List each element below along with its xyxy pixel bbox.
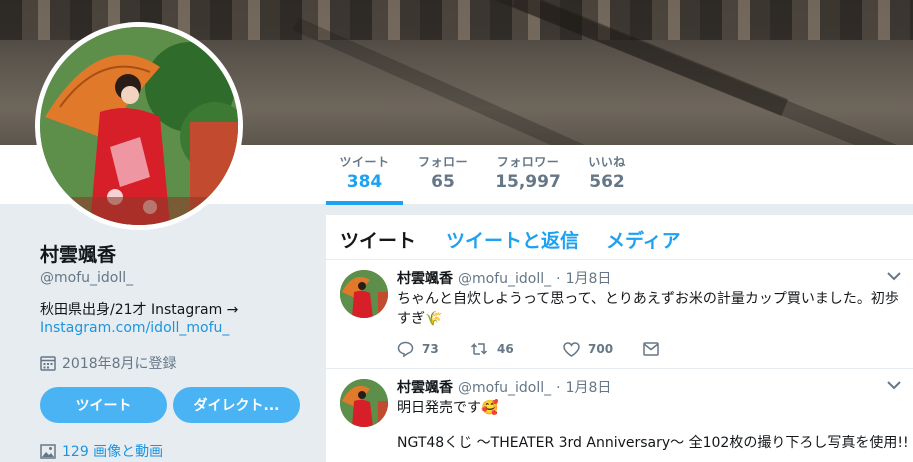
- stat-following-value: 65: [431, 172, 455, 192]
- tweet-header: 村雲颯香 @mofu_idoll_ · 1月8日: [397, 377, 611, 397]
- calendar-icon: [40, 356, 56, 371]
- chevron-down-icon[interactable]: [887, 271, 901, 281]
- tab-tweets[interactable]: ツイート: [340, 226, 416, 253]
- tweet-actions: 73 46 700: [397, 341, 659, 357]
- tweet-text-line: NGT48くじ 〜THEATER 3rd Anniversary〜 全102枚の…: [397, 435, 909, 451]
- tweet-author-name[interactable]: 村雲颯香: [397, 268, 453, 288]
- image-icon: [40, 443, 56, 459]
- stat-following[interactable]: フォロー 65: [410, 153, 476, 205]
- tweet-text: 明日発売です🥰: [397, 400, 499, 416]
- profile-avatar[interactable]: [35, 22, 243, 230]
- tab-tweets-and-replies[interactable]: ツイートと返信: [446, 226, 579, 253]
- tweet-text: ちゃんと自炊しようって思って、とりあえずお米の計量カップ買いました。初歩すぎ🌾: [397, 291, 899, 327]
- profile-bio: 秋田県出身/21才 Instagram →: [40, 302, 239, 318]
- stat-tweets-label: ツイート: [339, 155, 390, 169]
- retweet-icon: [470, 342, 488, 355]
- photos-videos-link[interactable]: 129 画像と動画: [40, 441, 163, 461]
- stat-likes-label: いいね: [588, 155, 626, 169]
- stat-likes-value: 562: [589, 172, 625, 192]
- profile-name[interactable]: 村雲颯香: [40, 240, 116, 267]
- like-count: 700: [588, 342, 614, 356]
- timeline: ツイート ツイートと返信 メディア 村雲颯香 @mofu_idoll_ · 1月…: [326, 215, 913, 462]
- tweet-avatar-photo: [340, 379, 388, 427]
- envelope-icon: [643, 342, 659, 356]
- bio-link[interactable]: Instagram.com/idoll_mofu_: [40, 320, 229, 336]
- reply-icon: [397, 341, 414, 357]
- media-link-text: 129 画像と動画: [62, 444, 164, 460]
- tweet[interactable]: 村雲颯香 @mofu_idoll_ · 1月8日 明日発売です🥰 NGT48くじ…: [326, 370, 913, 462]
- avatar-photo: [40, 27, 238, 225]
- joined-text: 2018年8月に登録: [62, 356, 177, 372]
- timeline-tabs: ツイート ツイートと返信 メディア: [326, 215, 913, 260]
- retweet-count: 46: [497, 342, 514, 356]
- tweet-to-button[interactable]: ツイート: [40, 387, 167, 423]
- stat-tweets-value: 384: [346, 172, 383, 192]
- tweet-timestamp[interactable]: 1月8日: [566, 268, 612, 288]
- reply-count: 73: [422, 342, 439, 356]
- tweet-author-handle[interactable]: @mofu_idoll_: [458, 271, 551, 287]
- tweet[interactable]: 村雲颯香 @mofu_idoll_ · 1月8日 ちゃんと自炊しようって思って、…: [326, 261, 913, 369]
- stat-likes[interactable]: いいね 562: [578, 153, 636, 205]
- tweet-avatar[interactable]: [340, 270, 388, 318]
- chevron-down-icon[interactable]: [887, 380, 901, 390]
- like-button[interactable]: 700: [563, 341, 643, 357]
- reply-button[interactable]: 73: [397, 341, 470, 357]
- stat-following-label: フォロー: [417, 155, 468, 169]
- heart-icon: [563, 341, 580, 357]
- tweet-separator: ·: [556, 271, 561, 287]
- tweet-author-name[interactable]: 村雲颯香: [397, 377, 453, 397]
- tab-media[interactable]: メディア: [606, 226, 681, 253]
- stat-tweets[interactable]: ツイート 384: [326, 153, 403, 205]
- stat-followers[interactable]: フォロワー 15,997: [488, 153, 568, 205]
- tweet-separator: ·: [556, 380, 561, 396]
- tweet-avatar-photo: [340, 270, 388, 318]
- stat-followers-label: フォロワー: [496, 155, 560, 169]
- tweet-header: 村雲颯香 @mofu_idoll_ · 1月8日: [397, 268, 611, 288]
- direct-message-tweet-button[interactable]: [643, 342, 659, 356]
- retweet-button[interactable]: 46: [470, 342, 563, 356]
- tweet-author-handle[interactable]: @mofu_idoll_: [458, 380, 551, 396]
- tweet-avatar[interactable]: [340, 379, 388, 427]
- tweet-timestamp[interactable]: 1月8日: [566, 377, 612, 397]
- profile-sidebar: 村雲颯香 @mofu_idoll_ 秋田県出身/21才 Instagram → …: [0, 205, 326, 462]
- direct-message-button[interactable]: ダイレクト...: [173, 387, 300, 423]
- joined-date: 2018年8月に登録: [40, 353, 177, 373]
- stat-followers-value: 15,997: [495, 172, 561, 192]
- profile-handle: @mofu_idoll_: [40, 270, 134, 286]
